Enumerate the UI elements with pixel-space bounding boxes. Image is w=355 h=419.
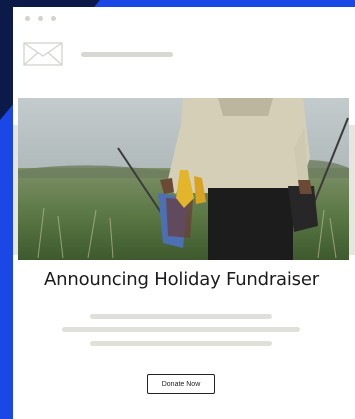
envelope-icon — [23, 42, 63, 66]
headline: Announcing Holiday Fundraiser — [44, 269, 319, 290]
body-placeholder-line — [90, 314, 272, 319]
body-placeholder-line — [62, 327, 300, 332]
hero-photo — [18, 98, 349, 260]
window-dot — [25, 16, 30, 21]
subject-placeholder-line — [81, 52, 173, 57]
window-dot — [38, 16, 43, 21]
donate-button[interactable]: Donate Now — [147, 374, 215, 394]
body-placeholder-line — [90, 341, 272, 346]
email-card: Announcing Holiday Fundraiser Donate Now — [13, 7, 355, 419]
window-dots-icon — [25, 16, 56, 21]
window-dot — [51, 16, 56, 21]
